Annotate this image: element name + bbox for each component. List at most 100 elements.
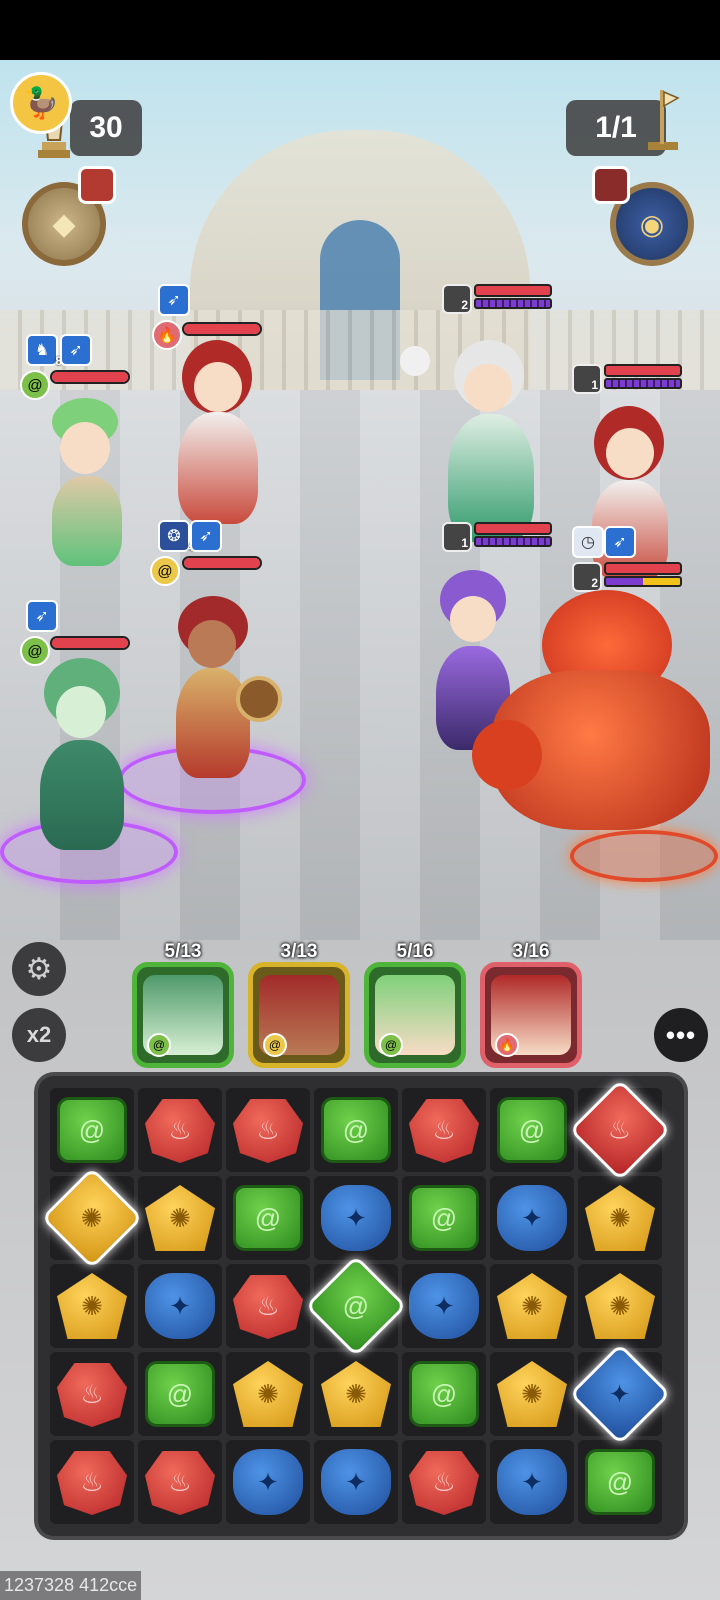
enemy-red-minotaur-mech[interactable]: [472, 590, 720, 860]
duck-avatar-icon: 🦆: [22, 86, 60, 120]
board-cell[interactable]: ✺: [490, 1264, 574, 1348]
board-cell[interactable]: @: [50, 1088, 134, 1172]
red-gem[interactable]: ♨: [145, 1098, 215, 1163]
board-cell[interactable]: @: [305, 1255, 407, 1357]
board-cell[interactable]: @: [226, 1176, 310, 1260]
green-gem-special[interactable]: @: [305, 1255, 407, 1357]
yellow-gem[interactable]: ✺: [321, 1361, 391, 1427]
blue-gem[interactable]: ✦: [233, 1449, 303, 1515]
red-gem-icon: ♨: [432, 1114, 456, 1145]
enemy-skill-icon: 1: [442, 522, 472, 552]
green-gem[interactable]: @: [409, 1185, 479, 1251]
red-gem-icon: ♨: [256, 1290, 280, 1321]
hero-card-medusa[interactable]: 5/13 @: [132, 941, 234, 1068]
hero-card-genie[interactable]: 5/16 @: [364, 941, 466, 1068]
enemy-red-haired-scholar[interactable]: [582, 406, 702, 586]
yellow-gem-special[interactable]: ✺: [41, 1167, 143, 1269]
blue-gem[interactable]: ✦: [497, 1449, 567, 1515]
turn-count-text: 30: [89, 111, 123, 144]
board-cell[interactable]: ♨: [402, 1440, 486, 1524]
settings-button[interactable]: ⚙: [12, 942, 66, 996]
blue-gem[interactable]: ✦: [409, 1273, 479, 1339]
red-gem[interactable]: ♨: [57, 1362, 127, 1427]
round-text: 1/1: [595, 111, 637, 144]
yellow-gem[interactable]: ✺: [145, 1185, 215, 1251]
board-cell[interactable]: ✦: [402, 1264, 486, 1348]
board-cell[interactable]: ♨: [569, 1079, 671, 1181]
board-cell[interactable]: @: [314, 1088, 398, 1172]
blue-gem[interactable]: ✦: [321, 1449, 391, 1515]
yellow-gem[interactable]: ✺: [57, 1273, 127, 1339]
enemy-white-bearded-sage[interactable]: [400, 330, 560, 550]
ally-red-haired-scholar[interactable]: [160, 340, 280, 530]
board-cell[interactable]: @: [490, 1088, 574, 1172]
red-gem[interactable]: ♨: [409, 1098, 479, 1163]
board-cell[interactable]: ✺: [138, 1176, 222, 1260]
yellow-gem-icon: ✺: [169, 1202, 191, 1233]
red-gem-special[interactable]: ♨: [569, 1079, 671, 1181]
board-cell[interactable]: ♨: [226, 1088, 310, 1172]
board-cell[interactable]: ✺: [578, 1264, 662, 1348]
player-avatar[interactable]: 🦆: [10, 72, 72, 134]
board-cell[interactable]: ✺: [226, 1352, 310, 1436]
enemy3-energy-bar: [474, 536, 552, 547]
green-gem[interactable]: @: [585, 1449, 655, 1515]
board-cell[interactable]: ♨: [138, 1088, 222, 1172]
green-gem[interactable]: @: [233, 1185, 303, 1251]
ally-medusa[interactable]: [14, 658, 154, 858]
green-gem[interactable]: @: [409, 1361, 479, 1427]
board-cell[interactable]: ♨: [226, 1264, 310, 1348]
blue-gem[interactable]: ✦: [321, 1185, 391, 1251]
enemy-skill-icon: 2: [442, 284, 472, 314]
yellow-gem[interactable]: ✺: [233, 1361, 303, 1427]
board-cell[interactable]: ✦: [569, 1343, 671, 1445]
speed-label: x2: [26, 1022, 52, 1047]
green-gem[interactable]: @: [57, 1097, 127, 1163]
diamond-emblem-icon: ◆: [52, 207, 76, 241]
board-cell[interactable]: @: [402, 1352, 486, 1436]
board-cell[interactable]: ♨: [50, 1352, 134, 1436]
board-cell[interactable]: @: [138, 1352, 222, 1436]
board-cell[interactable]: @: [578, 1440, 662, 1524]
board-cell[interactable]: ✦: [490, 1176, 574, 1260]
ally-leader-portrait: [78, 166, 116, 204]
board-cell[interactable]: ♨: [402, 1088, 486, 1172]
board-cell[interactable]: ✺: [490, 1352, 574, 1436]
red-gem[interactable]: ♨: [409, 1450, 479, 1515]
board-cell[interactable]: ✦: [226, 1440, 310, 1524]
green-gem[interactable]: @: [497, 1097, 567, 1163]
board-cell[interactable]: ♨: [50, 1440, 134, 1524]
hero-card-pharaoh[interactable]: 3/13 @: [248, 941, 350, 1068]
red-gem[interactable]: ♨: [233, 1274, 303, 1339]
board-cell[interactable]: ✦: [314, 1176, 398, 1260]
board-cell[interactable]: ✺: [50, 1264, 134, 1348]
board-cell[interactable]: ♨: [138, 1440, 222, 1524]
green-gem[interactable]: @: [145, 1361, 215, 1427]
red-gem[interactable]: ♨: [57, 1450, 127, 1515]
board-cell[interactable]: ✺: [578, 1176, 662, 1260]
yellow-gem[interactable]: ✺: [497, 1273, 567, 1339]
red-gem[interactable]: ♨: [233, 1098, 303, 1163]
clock-icon: ◷: [581, 534, 595, 551]
board-cell[interactable]: ✺: [314, 1352, 398, 1436]
yellow-gem[interactable]: ✺: [585, 1273, 655, 1339]
board-cell[interactable]: @: [402, 1176, 486, 1260]
ally-pharaoh-warrior[interactable]: [140, 576, 290, 786]
red-gem[interactable]: ♨: [145, 1450, 215, 1515]
more-options-button[interactable]: •••: [654, 1008, 708, 1062]
blue-gem[interactable]: ✦: [497, 1185, 567, 1251]
board-cell[interactable]: ✦: [490, 1440, 574, 1524]
board-cell[interactable]: ✦: [314, 1440, 398, 1524]
enemy-skill-icon: 1: [572, 364, 602, 394]
enemy1-status: 2: [442, 284, 552, 314]
blue-gem-special[interactable]: ✦: [569, 1343, 671, 1445]
speed-button[interactable]: x2: [12, 1008, 66, 1062]
ally-green-genie[interactable]: [24, 398, 144, 588]
blue-gem[interactable]: ✦: [145, 1273, 215, 1339]
yellow-gem[interactable]: ✺: [585, 1185, 655, 1251]
board-cell[interactable]: ✺: [41, 1167, 143, 1269]
yellow-gem[interactable]: ✺: [497, 1361, 567, 1427]
green-gem[interactable]: @: [321, 1097, 391, 1163]
board-cell[interactable]: ✦: [138, 1264, 222, 1348]
hero-card-scholar[interactable]: 3/16 🔥: [480, 941, 582, 1068]
